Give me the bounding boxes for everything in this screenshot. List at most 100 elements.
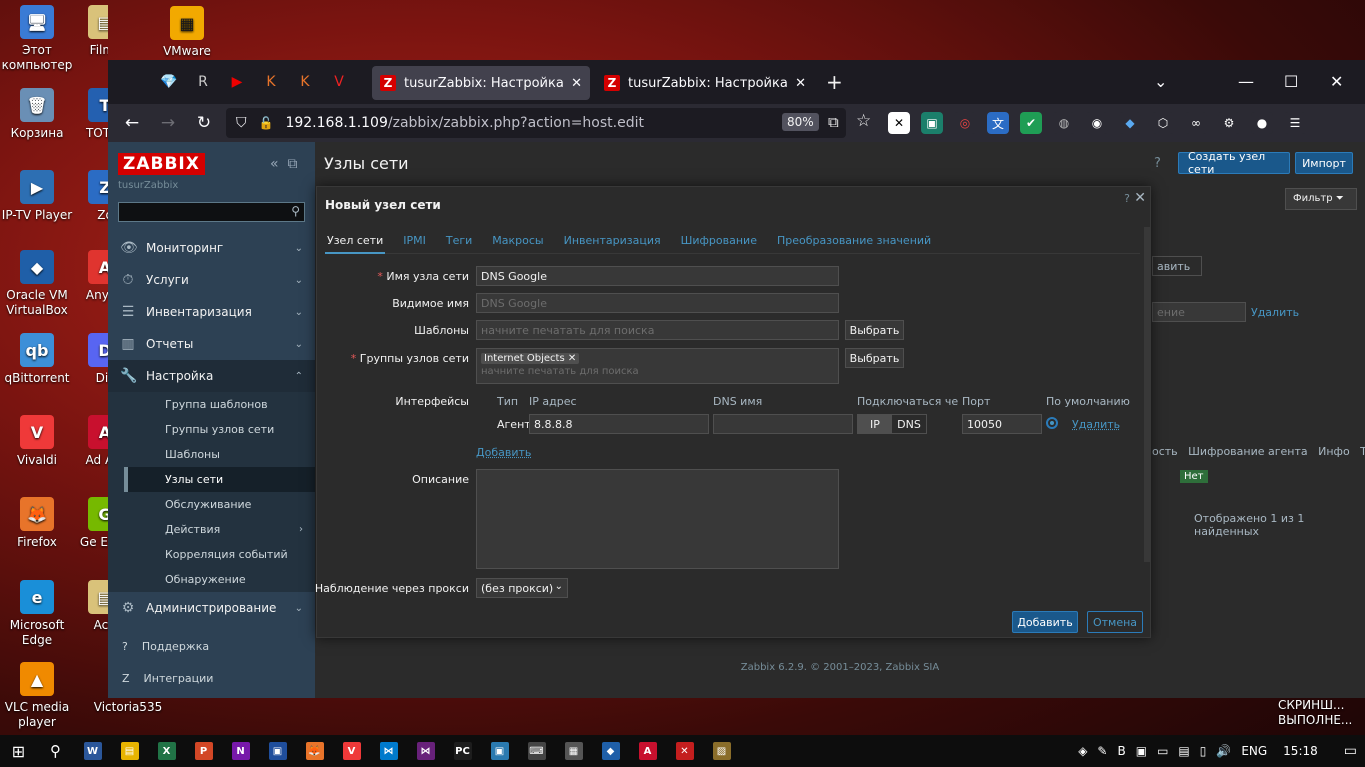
extension-icon[interactable]: ◉	[1086, 112, 1108, 134]
dialog-tab[interactable]: Преобразование значений	[775, 234, 933, 254]
desktop-icon[interactable]: 🖥 Этот компьютер	[0, 5, 74, 73]
dialog-tab[interactable]: Теги	[444, 234, 474, 254]
desktop-icon-vmware[interactable]: ▦ VMware	[150, 6, 224, 59]
pinned-tab-icon[interactable]: R	[186, 67, 220, 97]
pinned-tab-icon[interactable]: K	[288, 67, 322, 97]
extension-icon[interactable]: ◆	[1119, 112, 1141, 134]
pinned-tab-icon[interactable]: K	[254, 67, 288, 97]
taskbar-app[interactable]: P	[185, 735, 222, 767]
dialog-tab[interactable]: Инвентаризация	[562, 234, 663, 254]
desktop-icon[interactable]: A Any 7.	[78, 250, 108, 303]
extension-icon[interactable]: ▣	[921, 112, 943, 134]
taskbar-app[interactable]: ▦	[555, 735, 592, 767]
taskbar-app[interactable]: 🦊	[296, 735, 333, 767]
connect-ip-button[interactable]: IP	[858, 415, 892, 433]
filter-tab[interactable]: Фильтр ⏷	[1285, 188, 1357, 210]
desktop-icon[interactable]: ◆ Oracle VM VirtualBox	[0, 250, 74, 318]
desktop-icon[interactable]: Z Zo	[78, 170, 108, 223]
translate-icon[interactable]: ⧉	[828, 113, 839, 131]
taskbar-app[interactable]: ▣	[259, 735, 296, 767]
desktop-icon[interactable]: 🗑 Корзина	[0, 88, 74, 141]
desktop-icon[interactable]: ▤ Films	[78, 5, 108, 58]
help-icon[interactable]: ?	[1154, 156, 1161, 171]
dialog-tab[interactable]: IPMI	[401, 234, 428, 254]
minimize-button[interactable]: —	[1238, 72, 1254, 91]
url-bar[interactable]: ⛉ 🔓 192.168.1.109/zabbix/zabbix.php?acti…	[226, 108, 846, 138]
host-groups-select-button[interactable]: Выбрать	[845, 348, 904, 368]
desktop-icon[interactable]: Victoria535	[78, 662, 178, 715]
extension-icon[interactable]: ●	[1251, 112, 1273, 134]
taskbar-app[interactable]: A	[629, 735, 666, 767]
font-icon[interactable]: B	[1117, 744, 1125, 758]
extension-icon[interactable]: ⚙	[1218, 112, 1240, 134]
taskbar-app[interactable]: N	[222, 735, 259, 767]
desktop-icon[interactable]: T TOTAL	[78, 88, 108, 141]
taskbar-app[interactable]: ◆	[592, 735, 629, 767]
dialog-tab[interactable]: Макросы	[490, 234, 545, 254]
extension-icon[interactable]: 文	[987, 112, 1009, 134]
connect-dns-button[interactable]: DNS	[892, 415, 926, 433]
menu-item-support[interactable]: ? Поддержка	[108, 630, 315, 662]
create-host-button[interactable]: Создать узел сети	[1178, 150, 1290, 176]
maximize-button[interactable]: ☐	[1284, 72, 1298, 91]
extension-icon[interactable]: ☰	[1284, 112, 1306, 134]
start-button[interactable]: ⊞	[0, 735, 37, 767]
templates-select-button[interactable]: Выбрать	[845, 320, 904, 340]
new-tab-button[interactable]: +	[826, 70, 843, 94]
submenu-item[interactable]: Корреляция событий	[124, 542, 315, 567]
search-icon[interactable]: ⚲	[37, 735, 74, 767]
taskbar-app[interactable]: ✕	[666, 735, 703, 767]
description-textarea[interactable]	[476, 469, 839, 569]
proxy-select[interactable]: (без прокси) ⌄	[476, 578, 568, 598]
desktop-icon[interactable]: A Ad Acr	[78, 415, 108, 468]
pen-icon[interactable]: ✎	[1097, 744, 1107, 758]
interface-ip-input[interactable]: 8.8.8.8	[529, 414, 709, 434]
lock-icon[interactable]: 🔓	[259, 116, 274, 130]
taskbar-app[interactable]: ⋈	[407, 735, 444, 767]
taskbar-app[interactable]: V	[333, 735, 370, 767]
extension-icon[interactable]: ✔	[1020, 112, 1042, 134]
dialog-scrollbar[interactable]	[1144, 227, 1150, 562]
visible-name-input[interactable]: DNS Google	[476, 293, 839, 313]
host-groups-input[interactable]: Internet Objects ✕ начните печатать для …	[476, 348, 839, 384]
extension-icon[interactable]: ✕	[888, 112, 910, 134]
submenu-item[interactable]: Шаблоны	[124, 442, 315, 467]
interface-remove-link[interactable]: Удалить	[1072, 418, 1120, 431]
submenu-item[interactable]: Группы узлов сети	[124, 417, 315, 442]
taskbar-app[interactable]: X	[148, 735, 185, 767]
desktop-icon[interactable]: 🦊 Firefox	[0, 497, 74, 550]
bg-button-fragment[interactable]: авить	[1152, 256, 1202, 276]
notifications-icon[interactable]: ▭	[1344, 743, 1357, 759]
taskbar-app[interactable]: ▨	[703, 735, 740, 767]
sidebar-collapse-icon[interactable]: « ⧉	[270, 156, 297, 172]
sidebar-search-input[interactable]: ⚲	[118, 202, 305, 222]
desktop-icon[interactable]: D Dis	[78, 333, 108, 386]
taskbar-app[interactable]: ⌨	[518, 735, 555, 767]
close-icon[interactable]: ✕	[1134, 190, 1146, 206]
desktop-icon[interactable]: V Vivaldi	[0, 415, 74, 468]
help-icon[interactable]: ?	[1124, 192, 1130, 205]
submenu-item[interactable]: Обслуживание	[124, 492, 315, 517]
tab-list-chevron-icon[interactable]: ⌄	[1154, 72, 1167, 91]
default-interface-radio[interactable]	[1046, 417, 1058, 429]
shield-icon[interactable]: ⛉	[236, 115, 247, 131]
interface-port-input[interactable]: 10050	[962, 414, 1042, 434]
submenu-item[interactable]: Действия ›	[124, 517, 315, 542]
cancel-button[interactable]: Отмена	[1087, 611, 1143, 633]
close-window-button[interactable]: ✕	[1330, 72, 1343, 91]
network-icon[interactable]: ▯	[1200, 744, 1207, 758]
bg-remove-link[interactable]: Удалить	[1251, 306, 1299, 319]
desktop-icon[interactable]: G Ge Expe	[78, 497, 108, 550]
menu-item[interactable]: 👁 Мониторинг ⌄	[108, 232, 315, 264]
tab-zabbix-1[interactable]: Z tusurZabbix: Настройка узлов с ✕	[372, 66, 590, 100]
extension-icon[interactable]: ⬡	[1152, 112, 1174, 134]
taskbar-app[interactable]: ▤	[111, 735, 148, 767]
remove-tag-icon[interactable]: ✕	[568, 353, 576, 364]
extension-icon[interactable]: ∞	[1185, 112, 1207, 134]
taskbar-app[interactable]: ⋈	[370, 735, 407, 767]
dialog-tab[interactable]: Узел сети	[325, 234, 386, 254]
interface-dns-input[interactable]	[713, 414, 853, 434]
templates-input[interactable]: начните печатать для поиска	[476, 320, 839, 340]
host-name-input[interactable]: DNS Google	[476, 266, 839, 286]
app-tray-icon[interactable]: ▣	[1136, 744, 1147, 758]
